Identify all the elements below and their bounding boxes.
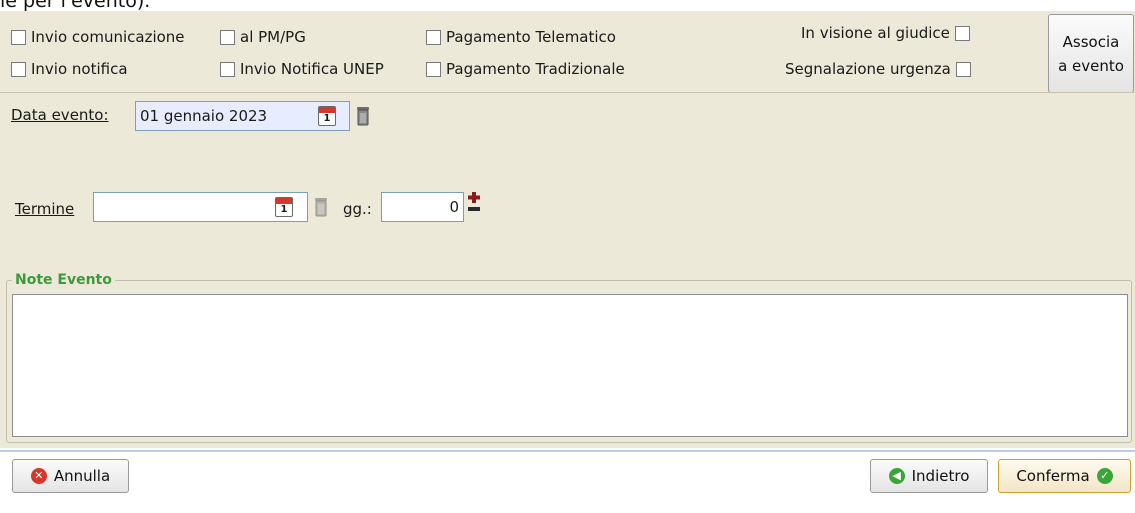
checkbox-box[interactable] (954, 25, 970, 41)
checkbox-box[interactable] (426, 61, 441, 77)
calendar-icon[interactable]: 1 (318, 106, 336, 126)
associa-button-line1: Associa (1062, 32, 1120, 51)
checkbox-label: Invio Notifica UNEP (240, 60, 384, 78)
checkbox-label: Pagamento Telematico (446, 28, 616, 46)
plus-minus-icon[interactable] (467, 191, 481, 215)
checkbox-label: Invio notifica (31, 60, 128, 78)
checkbox-al-pm-pg[interactable]: al PM/PG (220, 28, 306, 46)
checkbox-invio-notifica[interactable]: Invio notifica (11, 60, 128, 78)
back-arrow-icon: ◀ (888, 468, 905, 484)
checkbox-box[interactable] (220, 29, 235, 45)
checkbox-box[interactable] (11, 29, 26, 45)
indietro-label: Indietro (911, 467, 970, 485)
trash-icon[interactable] (314, 197, 328, 217)
calendar-day: 1 (280, 204, 288, 215)
checkbox-box[interactable] (11, 61, 26, 77)
annulla-label: Annulla (53, 467, 111, 485)
conferma-button[interactable]: Conferma ✓ (998, 459, 1131, 493)
checkbox-pagamento-telematico[interactable]: Pagamento Telematico (426, 28, 616, 46)
data-evento-value: 01 gennaio 2023 (140, 107, 268, 125)
indietro-button[interactable]: ◀ Indietro (870, 459, 988, 493)
checkbox-in-visione-giudice[interactable]: In visione al giudice (801, 24, 970, 42)
trash-icon[interactable] (356, 106, 370, 126)
checkbox-label: Invio comunicazione (31, 28, 185, 46)
calendar-day: 1 (323, 113, 331, 124)
checkbox-label: Segnalazione urgenza (785, 60, 951, 78)
checkbox-label: Pagamento Tradizionale (446, 60, 625, 78)
associa-button-line2: a evento (1058, 56, 1124, 75)
conferma-label: Conferma (1016, 467, 1090, 485)
cancel-icon: ✕ (30, 468, 47, 484)
checkbox-box[interactable] (220, 61, 235, 77)
termine-label: Termine (15, 200, 75, 218)
gg-input[interactable]: 0 (381, 192, 464, 222)
calendar-icon[interactable]: 1 (275, 197, 293, 217)
footer-separator (0, 450, 1135, 452)
gg-label: gg.: (343, 200, 372, 218)
note-evento-legend: Note Evento (12, 271, 115, 289)
checkbox-invio-comunicazione[interactable]: Invio comunicazione (11, 28, 185, 46)
clipped-instruction-text: le per l'evento). (0, 0, 151, 12)
checkbox-box[interactable] (955, 61, 971, 77)
checkbox-pagamento-tradizionale[interactable]: Pagamento Tradizionale (426, 60, 625, 78)
note-evento-textarea[interactable] (12, 294, 1128, 437)
checkbox-label: al PM/PG (240, 28, 306, 46)
data-evento-label: Data evento: (11, 106, 109, 124)
gg-value: 0 (449, 198, 459, 216)
annulla-button[interactable]: ✕ Annulla (12, 459, 129, 493)
checkbox-invio-notifica-unep[interactable]: Invio Notifica UNEP (220, 60, 384, 78)
checkbox-segnalazione-urgenza[interactable]: Segnalazione urgenza (785, 60, 971, 78)
checkbox-label: In visione al giudice (801, 24, 950, 42)
section-divider (0, 92, 1135, 93)
checkbox-box[interactable] (426, 29, 441, 45)
associa-a-evento-button[interactable]: Associa a evento (1048, 14, 1134, 93)
check-icon: ✓ (1096, 468, 1113, 484)
